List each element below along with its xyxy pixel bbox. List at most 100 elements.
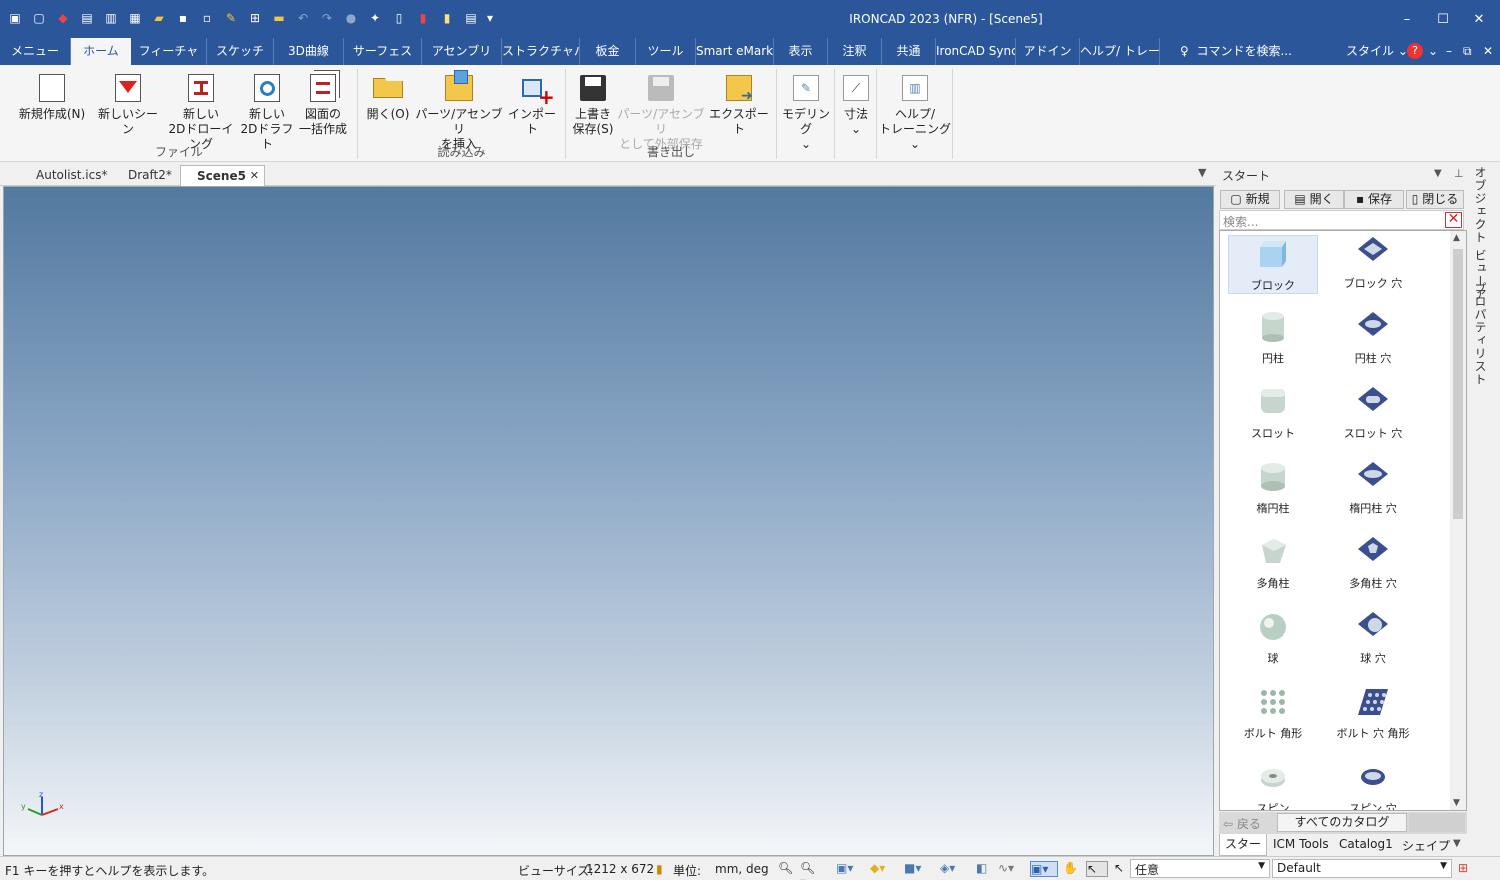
new-button[interactable]: 新規作成(N): [14, 73, 90, 122]
draft-icon[interactable]: ▥: [100, 8, 122, 28]
tab-sheetmetal[interactable]: 板金: [580, 38, 636, 65]
catalog-item-sphere[interactable]: 球: [1228, 610, 1318, 666]
scroll-up-icon[interactable]: ▲: [1453, 233, 1460, 243]
tab-list-dropdown-icon[interactable]: ▼: [1198, 166, 1206, 179]
new-2d-drawing-button[interactable]: 新しい 2Dドローイング: [164, 73, 238, 152]
catalog-item-cylinder-hole[interactable]: 円柱 穴: [1328, 310, 1418, 366]
panel-menu-icon[interactable]: ▼: [1434, 168, 1442, 179]
batch-drawing-button[interactable]: 図面の 一括作成: [294, 73, 352, 137]
scene-icon[interactable]: ◆: [52, 8, 74, 28]
tab-menu[interactable]: メニュー: [0, 38, 71, 65]
3d-viewport[interactable]: z x y: [3, 186, 1214, 856]
catalog-item-block[interactable]: ブロック: [1228, 235, 1318, 294]
tab-common[interactable]: 共通: [882, 38, 936, 65]
folder-icon[interactable]: ▬: [268, 8, 290, 28]
scroll-down-icon[interactable]: ▼: [1453, 798, 1460, 808]
tab-addin[interactable]: アドイン: [1016, 38, 1080, 65]
doc-tab-autolist[interactable]: Autolist.ics*: [6, 165, 110, 186]
save-parts-button[interactable]: パーツ/アセンブリ として外部保存: [616, 73, 706, 152]
save-button[interactable]: 上書き 保存(S): [570, 73, 616, 137]
catalog-icon[interactable]: ▦: [124, 8, 146, 28]
render-mode-icon[interactable]: ■▾: [904, 861, 922, 877]
dimension-dropdown-button[interactable]: ⟋ 寸法 ⌄: [836, 73, 876, 137]
back-button[interactable]: ⇦ 戻る: [1223, 815, 1261, 832]
doc-minimize-icon[interactable]: –: [1446, 38, 1452, 65]
unit-value[interactable]: mm, deg: [715, 862, 769, 876]
tab-catalog1[interactable]: Catalog1: [1339, 837, 1393, 851]
tab-help-training[interactable]: ヘルプ/ トレー: [1080, 38, 1160, 65]
tab-ironcad-sync[interactable]: IronCAD Sync: [936, 38, 1016, 65]
blue-part-icon[interactable]: ▮: [436, 8, 458, 28]
more-tabs-icon[interactable]: ▼: [1453, 838, 1461, 849]
minimize-button[interactable]: –: [1389, 8, 1425, 30]
view-orient-icon[interactable]: ▣▾: [836, 861, 854, 877]
catalog-item-slot-hole[interactable]: スロット 穴: [1328, 385, 1418, 441]
catalog-item-spin[interactable]: スピン: [1228, 760, 1318, 810]
zoom-dropdown-icon[interactable]: 🔍︎▾: [800, 861, 818, 880]
catalog-item-polygon[interactable]: 多角柱: [1228, 535, 1318, 591]
snap-icon[interactable]: ◈▾: [940, 861, 958, 877]
new-scene-button[interactable]: 新しいシーン: [94, 73, 162, 137]
save-all-icon[interactable]: ▫: [196, 8, 218, 28]
catalog-item-slot[interactable]: スロット: [1228, 385, 1318, 441]
drawing-icon[interactable]: ▤: [76, 8, 98, 28]
clear-search-icon[interactable]: ✕: [1445, 212, 1462, 228]
selection-mode-dropdown[interactable]: 任意 ▼: [1130, 859, 1270, 878]
doc-close-icon[interactable]: ✕: [1483, 38, 1493, 65]
redo-icon[interactable]: ↷: [316, 8, 338, 28]
help-training-dropdown-button[interactable]: ▥ ヘルプ/ トレーニング⌄: [878, 73, 952, 152]
undo-icon[interactable]: ↶: [292, 8, 314, 28]
tab-view[interactable]: 表示: [774, 38, 828, 65]
curve-icon[interactable]: ∿▾: [998, 861, 1016, 877]
tab-icm-tools[interactable]: ICM Tools: [1273, 837, 1329, 851]
tab-feature[interactable]: フィーチャ: [131, 38, 207, 65]
all-catalogs-button[interactable]: すべてのカタログ: [1277, 813, 1407, 832]
catalog-item-sphere-hole[interactable]: 球 穴: [1328, 610, 1418, 666]
tab-tools[interactable]: ツール: [636, 38, 696, 65]
tab-assembly[interactable]: アセンブリ: [422, 38, 502, 65]
tab-property-list[interactable]: プロパティリスト: [1472, 282, 1489, 386]
tab-shape[interactable]: シェイプ: [1402, 837, 1450, 854]
new-icon[interactable]: ▢: [28, 8, 50, 28]
catalog-item-bolt-hole-square[interactable]: ボルト 穴 角形: [1328, 685, 1418, 741]
tab-structure[interactable]: ストラクチャパ: [502, 38, 580, 65]
catalog-item-ellipse-cylinder-hole[interactable]: 楕円柱 穴: [1328, 460, 1418, 516]
catalog-open-button[interactable]: ▤ 開く: [1284, 190, 1344, 209]
catalog-search-input[interactable]: 検索... ✕: [1219, 210, 1464, 230]
selection-filter-icon[interactable]: ◆▾: [870, 861, 888, 877]
app-icon[interactable]: ▣: [4, 8, 26, 28]
catalog-new-button[interactable]: ▢ 新規: [1220, 190, 1280, 209]
window-icon[interactable]: ▤: [460, 8, 482, 28]
tab-surface[interactable]: サーフェス: [344, 38, 422, 65]
style-dropdown-status[interactable]: Default ▼: [1272, 859, 1452, 878]
open-button[interactable]: 開く(O): [366, 73, 410, 122]
modeling-dropdown-button[interactable]: ✎ モデリング ⌄: [778, 73, 834, 152]
doc-restore-icon[interactable]: ⧉: [1463, 38, 1472, 65]
close-button[interactable]: ✕: [1461, 8, 1497, 30]
tab-home[interactable]: ホーム: [71, 38, 131, 65]
catalog-item-ellipse-cylinder[interactable]: 楕円柱: [1228, 460, 1318, 516]
help-icon[interactable]: ?: [1407, 43, 1423, 59]
active-view-icon[interactable]: ▣▾: [1030, 861, 1058, 877]
open-icon[interactable]: ▰: [148, 8, 170, 28]
close-tab-icon[interactable]: ✕: [250, 166, 259, 186]
scrollbar-thumb[interactable]: [1453, 249, 1463, 519]
tab-annotation[interactable]: 注釈: [828, 38, 882, 65]
search-command[interactable]: ♀ コマンドを検索...: [1180, 38, 1292, 65]
catalog-item-spin-hole[interactable]: スピン 穴: [1328, 760, 1418, 810]
part-icon[interactable]: ▯: [388, 8, 410, 28]
customize-dropdown-icon[interactable]: ▾: [484, 8, 496, 28]
pin-icon[interactable]: ⊥: [1454, 167, 1464, 180]
insert-icon[interactable]: ⊞: [244, 8, 266, 28]
catalog-item-cylinder[interactable]: 円柱: [1228, 310, 1318, 366]
sparkle-icon[interactable]: ✦: [364, 8, 386, 28]
catalog-item-bolt-square[interactable]: ボルト 角形: [1228, 685, 1318, 741]
tree-icon[interactable]: ⊞: [1458, 861, 1476, 877]
catalog-close-button[interactable]: ▯ 閉じる: [1406, 190, 1464, 209]
save-icon[interactable]: ▪: [172, 8, 194, 28]
zoom-icon[interactable]: 🔍︎: [778, 861, 796, 877]
tab-sketch[interactable]: スケッチ: [207, 38, 274, 65]
doc-tab-draft2[interactable]: Draft2*: [98, 165, 178, 186]
catalog-item-block-hole[interactable]: ブロック 穴: [1328, 235, 1418, 291]
hand-icon[interactable]: ✋: [1063, 861, 1081, 877]
